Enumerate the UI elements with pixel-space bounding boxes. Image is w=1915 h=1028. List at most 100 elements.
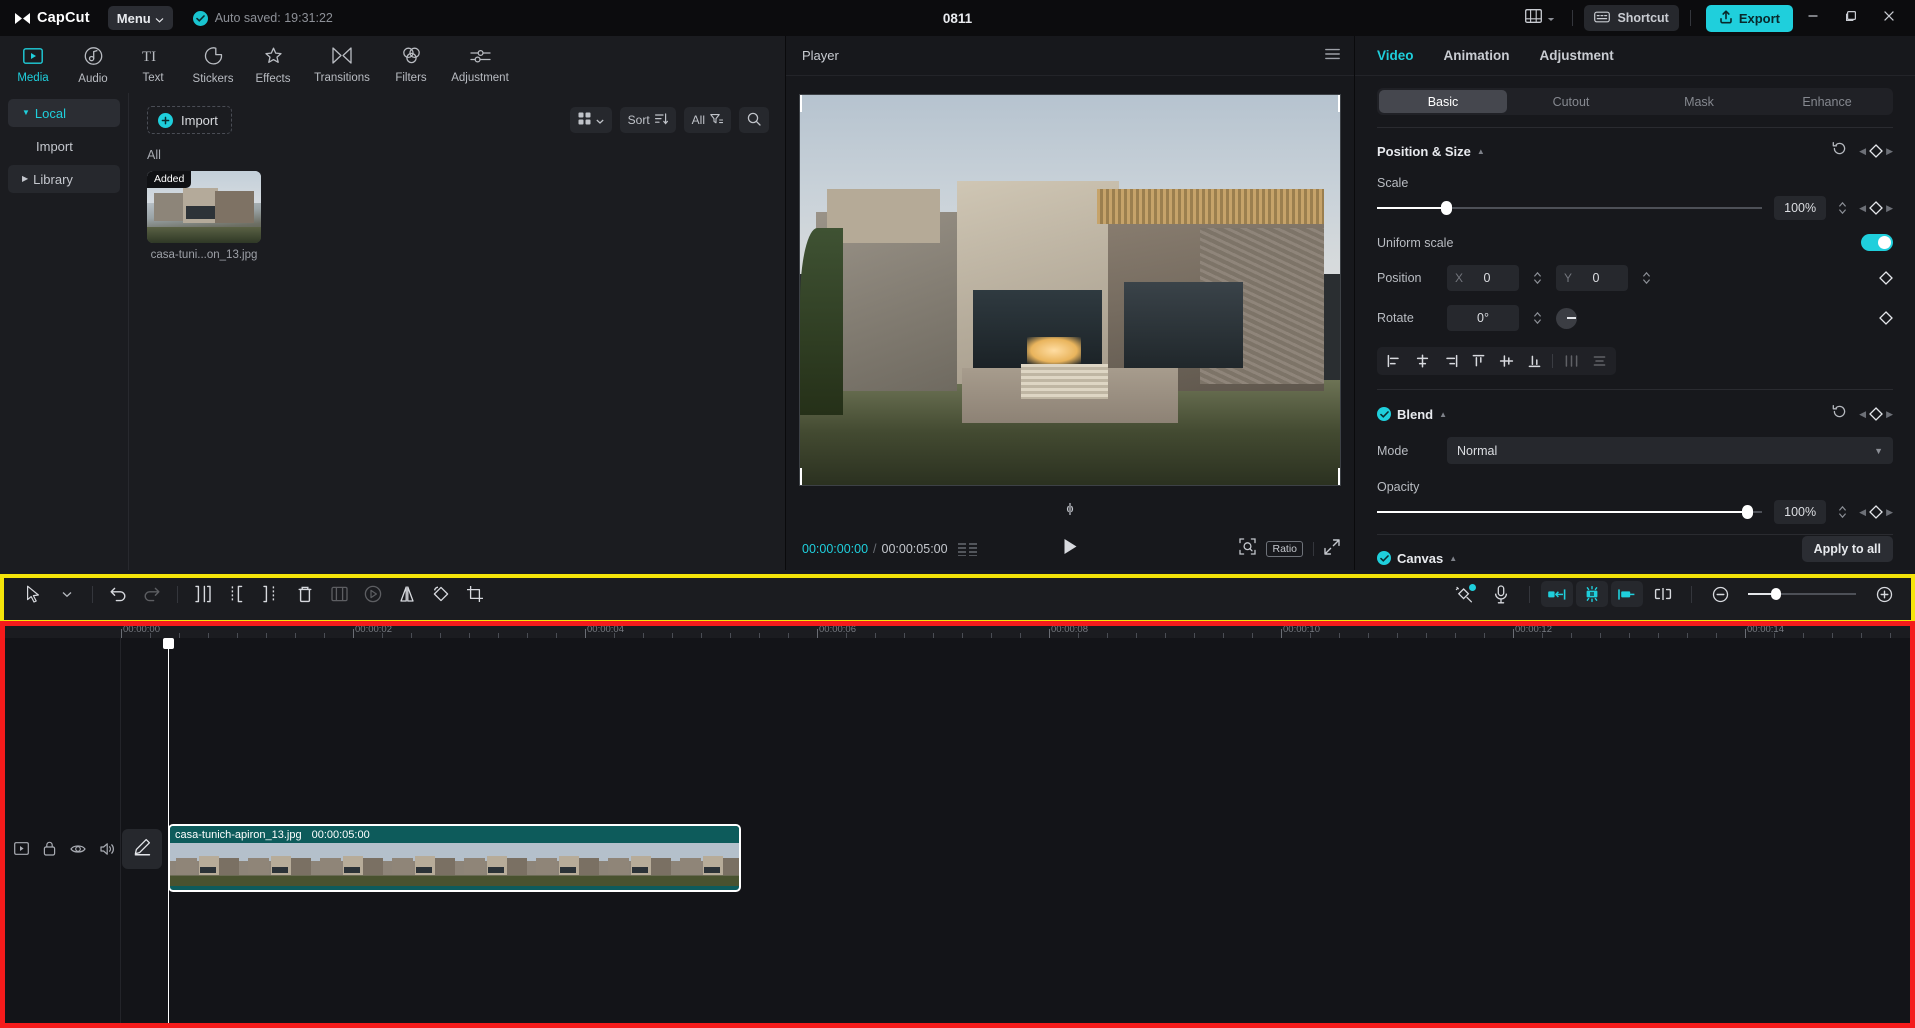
media-item[interactable]: Added casa-tuni...on_13.jpg <box>147 171 261 261</box>
position-x-stepper[interactable] <box>1533 271 1542 285</box>
snap-start-icon[interactable] <box>1541 581 1573 607</box>
rotate-dial[interactable] <box>1556 307 1577 329</box>
opacity-stepper[interactable] <box>1838 505 1847 519</box>
sidebar-item-import[interactable]: Import <box>8 132 120 160</box>
undo-icon[interactable] <box>101 577 135 611</box>
tab-animation[interactable]: Animation <box>1444 48 1510 63</box>
collapse-caret-icon[interactable]: ▲ <box>1439 410 1447 419</box>
align-center-vertical-icon[interactable] <box>1492 347 1520 375</box>
tab-stickers[interactable]: Stickers <box>184 43 242 87</box>
reset-icon[interactable] <box>1832 141 1847 161</box>
segment-cutout[interactable]: Cutout <box>1507 90 1635 113</box>
hide-icon[interactable] <box>70 842 86 860</box>
zoom-in-icon[interactable] <box>1867 577 1901 611</box>
align-bottom-icon[interactable] <box>1520 347 1548 375</box>
keyframe-next-icon[interactable]: ▶ <box>1886 146 1893 157</box>
apply-to-all-button[interactable]: Apply to all <box>1801 536 1893 562</box>
sidebar-item-library[interactable]: ▶ Library <box>8 165 120 193</box>
trim-left-icon[interactable] <box>220 577 254 611</box>
delete-icon[interactable] <box>288 577 322 611</box>
timeline-zoom-knob[interactable] <box>1771 588 1782 600</box>
import-button[interactable]: Import <box>147 106 232 134</box>
rotate-stepper[interactable] <box>1533 311 1542 325</box>
tab-adjustment[interactable]: Adjustment <box>442 44 518 86</box>
fullscreen-icon[interactable] <box>1324 538 1340 560</box>
sidebar-item-local[interactable]: ▼ Local <box>8 99 120 127</box>
select-tool-icon[interactable] <box>16 577 50 611</box>
position-keyframe-icon[interactable] <box>1879 271 1893 285</box>
trim-right-icon[interactable] <box>254 577 288 611</box>
scale-slider[interactable] <box>1377 201 1763 215</box>
adsorption-icon[interactable] <box>1576 581 1608 607</box>
align-center-horizontal-icon[interactable] <box>1408 347 1436 375</box>
sort-button[interactable]: Sort <box>619 107 676 133</box>
tab-adjustment[interactable]: Adjustment <box>1540 48 1614 63</box>
lock-icon[interactable] <box>43 841 56 861</box>
media-thumbnail[interactable]: Added <box>147 171 261 243</box>
preview-canvas[interactable] <box>799 94 1341 486</box>
rotate-icon[interactable] <box>424 577 458 611</box>
position-y-stepper[interactable] <box>1642 271 1651 285</box>
collapse-caret-icon[interactable]: ▲ <box>1477 147 1485 156</box>
keyframe-next-icon[interactable]: ▶ <box>1886 507 1893 518</box>
selection-handle-top-left[interactable] <box>800 95 802 112</box>
split-icon[interactable] <box>186 577 220 611</box>
mute-icon[interactable] <box>100 842 116 861</box>
redo-icon[interactable] <box>135 577 169 611</box>
opacity-slider[interactable] <box>1377 505 1763 519</box>
segment-basic[interactable]: Basic <box>1379 90 1507 113</box>
select-tool-dropdown-icon[interactable] <box>50 577 84 611</box>
record-voice-icon[interactable] <box>1484 577 1518 611</box>
search-button[interactable] <box>739 107 769 133</box>
tab-transitions[interactable]: Transitions <box>304 43 380 86</box>
filter-button[interactable]: All <box>683 107 731 133</box>
keyframe-prev-icon[interactable]: ◀ <box>1859 203 1866 214</box>
blend-checkbox[interactable] <box>1377 407 1391 421</box>
quality-bars-icon[interactable] <box>957 542 977 556</box>
close-button[interactable] <box>1871 2 1907 34</box>
freeze-frame-icon[interactable] <box>322 577 356 611</box>
menu-button[interactable]: Menu <box>107 6 173 30</box>
playhead-handle[interactable] <box>163 638 174 649</box>
link-clips-icon[interactable] <box>1646 577 1680 611</box>
uniform-scale-toggle[interactable] <box>1861 234 1893 251</box>
layout-button[interactable] <box>1519 5 1561 32</box>
tab-video[interactable]: Video <box>1377 48 1414 63</box>
grid-view-button[interactable] <box>569 107 612 133</box>
keyframe-next-icon[interactable]: ▶ <box>1886 409 1893 420</box>
mirror-icon[interactable] <box>1060 502 1080 521</box>
zoom-fit-icon[interactable] <box>1239 538 1257 560</box>
scale-keyframe-icon[interactable]: ◀ ▶ <box>1859 201 1893 215</box>
blend-mode-select[interactable]: Normal ▼ <box>1447 437 1893 464</box>
tab-media[interactable]: Media <box>4 44 62 86</box>
align-right-icon[interactable] <box>1436 347 1464 375</box>
auto-keyframe-icon[interactable] <box>1447 577 1481 611</box>
scale-slider-knob[interactable] <box>1441 201 1453 215</box>
distribute-vertical-icon[interactable] <box>1585 347 1613 375</box>
keyframe-next-icon[interactable]: ▶ <box>1886 203 1893 214</box>
selection-handle-bottom-left[interactable] <box>800 468 802 485</box>
player-menu-button[interactable] <box>1325 47 1340 65</box>
timeline-ruler[interactable]: 00:00:00 00:00:02 00:00:04 00:00:06 00:00:08… <box>0 618 1915 638</box>
minimize-button[interactable] <box>1795 2 1831 34</box>
align-top-icon[interactable] <box>1464 347 1492 375</box>
canvas-checkbox[interactable] <box>1377 551 1391 565</box>
position-x-field[interactable]: X 0 <box>1447 265 1519 291</box>
keyframe-prev-icon[interactable]: ◀ <box>1859 409 1866 420</box>
segment-mask[interactable]: Mask <box>1635 90 1763 113</box>
maximize-button[interactable] <box>1833 2 1869 34</box>
ratio-button[interactable]: Ratio <box>1266 541 1303 557</box>
segment-enhance[interactable]: Enhance <box>1763 90 1891 113</box>
tab-audio[interactable]: Audio <box>64 43 122 87</box>
rotate-field[interactable]: 0° <box>1447 305 1519 331</box>
timeline-zoom-slider[interactable] <box>1748 588 1856 600</box>
reverse-icon[interactable] <box>356 577 390 611</box>
playhead[interactable] <box>163 638 174 1028</box>
tab-filters[interactable]: Filters <box>382 43 440 86</box>
rotate-keyframe-icon[interactable] <box>1879 311 1893 325</box>
selection-handle-bottom-right[interactable] <box>1338 468 1340 485</box>
distribute-horizontal-icon[interactable] <box>1557 347 1585 375</box>
mirror-icon[interactable] <box>390 577 424 611</box>
snap-end-icon[interactable] <box>1611 581 1643 607</box>
keyframe-icon[interactable]: ◀ ▶ <box>1859 144 1893 158</box>
